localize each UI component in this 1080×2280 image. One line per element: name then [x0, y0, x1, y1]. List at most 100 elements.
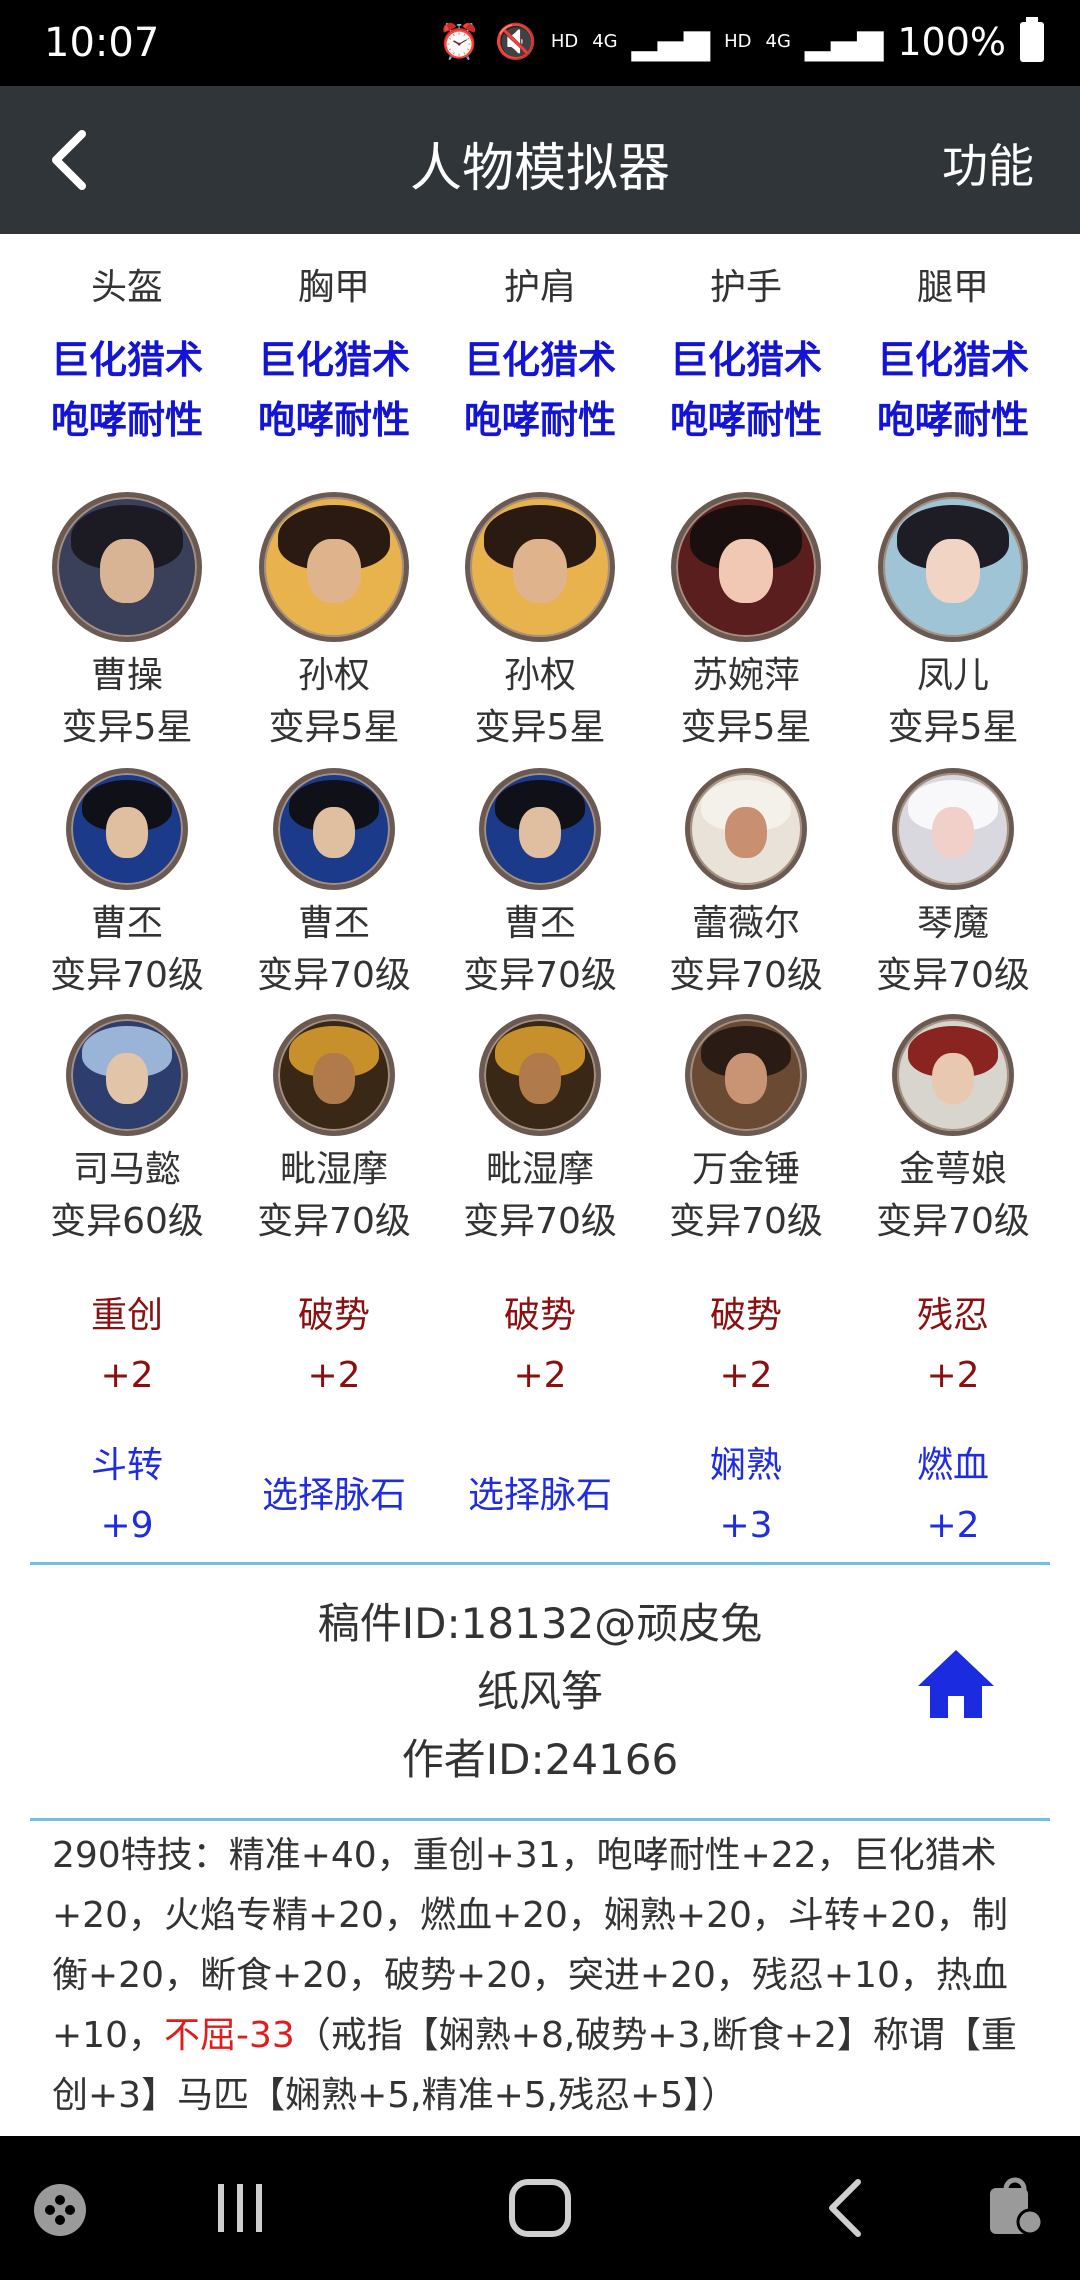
blue-stone-slot[interactable]: 娴熟 +3 — [643, 1436, 849, 1556]
hero-card[interactable]: 曹丕 变异70级 — [24, 768, 230, 998]
page-title: 人物模拟器 — [409, 139, 670, 199]
select-vein-stone-button[interactable]: 选择脉石 — [231, 1466, 437, 1526]
red-stone-slot[interactable]: 重创 +2 — [24, 1286, 230, 1406]
stone-value: +2 — [307, 1355, 361, 1396]
hero-card[interactable]: 曹操 变异5星 — [24, 492, 230, 750]
slot-helmet[interactable]: 头盔 巨化猎术 咆哮耐性 — [24, 258, 230, 450]
signal-icon-2: ▂▄▆ — [804, 22, 884, 62]
hero-card[interactable]: 琴魔 变异70级 — [850, 768, 1056, 998]
hero-level: 变异70级 — [876, 955, 1030, 996]
hero-card[interactable]: 凤儿 变异5星 — [850, 492, 1056, 750]
hero-name: 琴魔 — [916, 903, 989, 944]
red-stone-slot[interactable]: 破势 +2 — [643, 1286, 849, 1406]
slot-shoulder[interactable]: 护肩 巨化猎术 咆哮耐性 — [437, 258, 643, 450]
hero-card[interactable]: 孙权 变异5星 — [231, 492, 437, 750]
divider — [30, 1818, 1050, 1821]
slot-buff-1: 巨化猎术 — [50, 338, 203, 382]
slot-buff-2: 咆哮耐性 — [50, 398, 203, 442]
author-id: 作者ID:24166 — [401, 1735, 679, 1784]
slot-buff-2: 咆哮耐性 — [257, 398, 410, 442]
hero-card[interactable]: 毗湿摩 变异70级 — [437, 1014, 643, 1244]
hero-avatar — [878, 492, 1028, 642]
hero-level: 变异70级 — [463, 955, 617, 996]
battery-percent: 100% — [897, 20, 1006, 64]
slot-name: 腿甲 — [916, 267, 989, 308]
recent-apps-icon[interactable] — [212, 2176, 268, 2240]
hero-avatar — [66, 768, 188, 890]
hero-card[interactable]: 毗湿摩 变异70级 — [231, 1014, 437, 1244]
hero-name: 毗湿摩 — [279, 1149, 388, 1190]
hero-name: 凤儿 — [916, 655, 989, 696]
stone-value: +2 — [926, 1355, 980, 1396]
red-stone-slot[interactable]: 破势 +2 — [437, 1286, 643, 1406]
hero-level: 变异70级 — [669, 955, 823, 996]
slot-name: 护肩 — [503, 267, 576, 308]
back-nav-icon[interactable] — [822, 2176, 870, 2240]
status-icons: ⏰ 🔇 HD 4G ▂▄▆ HD 4G ▂▄▆ 100% — [438, 17, 1044, 64]
slot-buff-1: 巨化猎术 — [257, 338, 410, 382]
slot-buff-2: 咆哮耐性 — [876, 398, 1029, 442]
slot-buff-2: 咆哮耐性 — [669, 398, 822, 442]
stone-name: 破势 — [297, 1295, 370, 1336]
network-icon: 4G — [592, 31, 618, 52]
status-bar: 10:07 ⏰ 🔇 HD 4G ▂▄▆ HD 4G ▂▄▆ 100% — [0, 0, 1080, 86]
hero-card[interactable]: 万金锤 变异70级 — [643, 1014, 849, 1244]
hero-name: 司马懿 — [72, 1149, 181, 1190]
stone-name: 娴熟 — [709, 1445, 782, 1486]
hero-name: 曹操 — [90, 655, 163, 696]
battery-icon — [1020, 17, 1044, 62]
hero-avatar — [892, 1014, 1014, 1136]
hero-name: 蕾薇尔 — [691, 903, 800, 944]
hero-card[interactable]: 曹丕 变异70级 — [231, 768, 437, 998]
hero-card[interactable]: 曹丕 变异70级 — [437, 768, 643, 998]
hero-level: 变异5星 — [268, 707, 400, 748]
slot-name: 胸甲 — [297, 267, 370, 308]
hero-card[interactable]: 司马懿 变异60级 — [24, 1014, 230, 1244]
hero-avatar — [479, 768, 601, 890]
hero-level: 变异70级 — [463, 1201, 617, 1242]
home-icon[interactable] — [916, 1646, 996, 1722]
hero-name: 孙权 — [297, 655, 370, 696]
stone-name: 选择脉石 — [467, 1475, 612, 1516]
screen-lock-icon[interactable] — [984, 2176, 1048, 2240]
slot-gloves[interactable]: 护手 巨化猎术 咆哮耐性 — [643, 258, 849, 450]
clock: 10:07 — [44, 20, 160, 66]
red-stone-slot[interactable]: 破势 +2 — [231, 1286, 437, 1406]
hero-card[interactable]: 蕾薇尔 变异70级 — [643, 768, 849, 998]
signal-icon: ▂▄▆ — [631, 22, 711, 62]
hero-card[interactable]: 苏婉萍 变异5星 — [643, 492, 849, 750]
hero-level: 变异5星 — [61, 707, 193, 748]
hero-level: 变异70级 — [669, 1201, 823, 1242]
app-bar: 人物模拟器 功能 — [0, 86, 1080, 234]
stone-name: 选择脉石 — [261, 1475, 406, 1516]
hero-name: 孙权 — [503, 655, 576, 696]
hero-card[interactable]: 孙权 变异5星 — [437, 492, 643, 750]
alarm-icon: ⏰ — [438, 22, 481, 62]
mute-icon: 🔇 — [494, 22, 537, 62]
hero-level: 变异5星 — [680, 707, 812, 748]
red-stone-slot[interactable]: 残忍 +2 — [850, 1286, 1056, 1406]
stone-name: 燃血 — [916, 1445, 989, 1486]
hero-avatar — [479, 1014, 601, 1136]
hero-avatar — [465, 492, 615, 642]
stone-name: 破势 — [503, 1295, 576, 1336]
hero-level: 变异5星 — [474, 707, 606, 748]
gamepad-icon[interactable] — [28, 2178, 92, 2242]
hero-avatar — [685, 768, 807, 890]
blue-stone-slot[interactable]: 斗转 +9 — [24, 1436, 230, 1556]
slot-chest[interactable]: 胸甲 巨化猎术 咆哮耐性 — [231, 258, 437, 450]
blue-stone-slot[interactable]: 燃血 +2 — [850, 1436, 1056, 1556]
hero-level: 变异70级 — [50, 955, 204, 996]
system-nav-bar — [0, 2136, 1080, 2280]
hero-level: 变异70级 — [876, 1201, 1030, 1242]
function-menu-button[interactable]: 功能 — [942, 130, 1034, 196]
slot-legs[interactable]: 腿甲 巨化猎术 咆哮耐性 — [850, 258, 1056, 450]
hero-level: 变异70级 — [257, 1201, 411, 1242]
slot-buff-1: 巨化猎术 — [463, 338, 616, 382]
hero-name: 毗湿摩 — [485, 1149, 594, 1190]
home-nav-icon[interactable] — [506, 2176, 574, 2240]
slot-name: 护手 — [709, 267, 782, 308]
select-vein-stone-button[interactable]: 选择脉石 — [437, 1466, 643, 1526]
hero-card[interactable]: 金萼娘 变异70级 — [850, 1014, 1056, 1244]
hero-name: 曹丕 — [503, 903, 576, 944]
